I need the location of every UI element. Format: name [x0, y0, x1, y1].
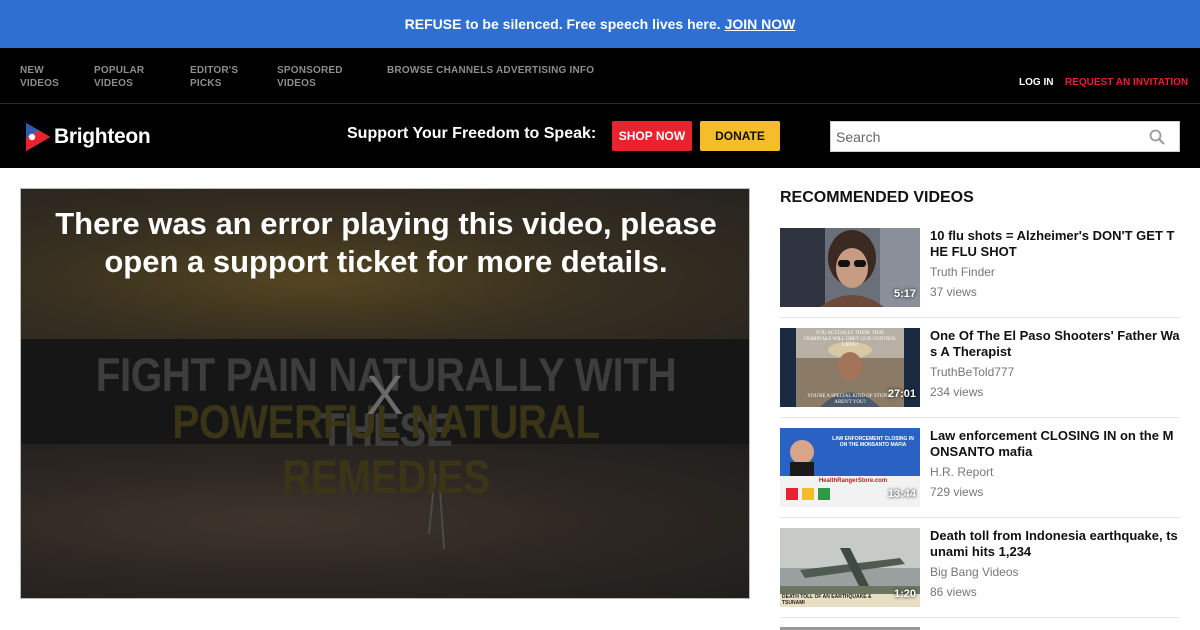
video-views: 37 views	[930, 285, 977, 299]
video-thumbnail[interactable]: LAW ENFORCEMENT CLOSING IN ON THE MONSAN…	[780, 428, 920, 507]
divider	[780, 417, 1180, 418]
request-invitation-link[interactable]: REQUEST AN INVITATION	[1065, 77, 1188, 88]
thumbnail-caption-bottom: DEATH TOLL OF AN EARTHQUAKE & TSUNAMI	[782, 594, 872, 606]
nav-popular-videos[interactable]: POPULAR VIDEOS	[94, 64, 144, 90]
video-duration: 13:44	[887, 488, 916, 500]
login-link[interactable]: LOG IN	[1019, 77, 1053, 88]
search-input[interactable]	[831, 122, 1131, 151]
video-thumbnail[interactable]: 5:17	[780, 228, 920, 307]
video-title[interactable]: One Of The El Paso Shooters' Father Was …	[930, 328, 1180, 360]
join-now-link[interactable]: JOIN NOW	[725, 16, 796, 32]
recommended-videos-heading: RECOMMENDED VIDEOS	[780, 189, 974, 206]
video-thumbnail[interactable]: YOU ACTUALLY THINK THAT CRIMINALS WILL O…	[780, 328, 920, 407]
thumbnail-caption-top: LAW ENFORCEMENT CLOSING IN ON THE MONSAN…	[832, 436, 914, 448]
recommended-video-card[interactable]: 5:17 10 flu shots = Alzheimer's DON'T GE…	[780, 228, 1180, 318]
recommended-video-card[interactable]: DEATH TOLL OF AN EARTHQUAKE & TSUNAMI 1:…	[780, 528, 1180, 618]
search-box	[830, 121, 1180, 152]
video-title[interactable]: 10 flu shots = Alzheimer's DON'T GET THE…	[930, 228, 1180, 260]
nav-new-videos[interactable]: NEW VIDEOS	[20, 64, 59, 90]
donate-button[interactable]: DONATE	[700, 121, 780, 151]
nav-editors-picks[interactable]: EDITOR'S PICKS	[190, 64, 238, 90]
recommended-video-card[interactable]: YOU ACTUALLY THINK THAT CRIMINALS WILL O…	[780, 328, 1180, 418]
brand-name: Brighteon	[54, 125, 151, 148]
brand-logo[interactable]: Brighteon	[24, 121, 151, 153]
video-title[interactable]: Law enforcement CLOSING IN on the MONSAN…	[930, 428, 1180, 460]
nav-sponsored-videos[interactable]: SPONSORED VIDEOS	[277, 64, 343, 90]
video-duration: 1:20	[893, 588, 916, 600]
video-title[interactable]: Death toll from Indonesia earthquake, ts…	[930, 528, 1180, 560]
search-icon[interactable]	[1149, 129, 1165, 145]
nav-browse-channels[interactable]: BROWSE CHANNELS	[387, 64, 493, 77]
video-thumbnail[interactable]: DEATH TOLL OF AN EARTHQUAKE & TSUNAMI 1:…	[780, 528, 920, 607]
promo-message: REFUSE to be silenced. Free speech lives…	[404, 16, 721, 32]
video-duration: 27:01	[887, 388, 916, 400]
shop-now-button[interactable]: SHOP NOW	[612, 121, 692, 151]
site-header: Brighteon Support Your Freedom to Speak:…	[0, 104, 1200, 168]
thumbnail-caption-bottom: YOU'RE A SPECIAL KIND OF STUPID, AREN'T …	[807, 394, 893, 405]
brighteon-shield-icon	[26, 123, 50, 151]
player-error-message: There was an error playing this video, p…	[55, 206, 717, 279]
video-channel[interactable]: Big Bang Videos	[930, 565, 1019, 579]
close-icon[interactable]: X	[366, 367, 403, 423]
thumbnail-caption-top: YOU ACTUALLY THINK THAT CRIMINALS WILL O…	[803, 331, 897, 348]
support-text: Support Your Freedom to Speak:	[347, 125, 597, 142]
video-channel[interactable]: H.R. Report	[930, 465, 993, 479]
video-views: 729 views	[930, 485, 984, 499]
recommended-video-card[interactable]: LAW ENFORCEMENT CLOSING IN ON THE MONSAN…	[780, 428, 1180, 518]
top-navigation: NEW VIDEOS POPULAR VIDEOS EDITOR'S PICKS…	[0, 48, 1200, 104]
video-duration: 5:17	[893, 288, 916, 300]
thumbnail-caption-bottom: HealthRangerStore.com	[818, 478, 888, 484]
video-player[interactable]: FIGHT PAIN NATURALLY WITH THESE POWERFUL…	[20, 188, 750, 599]
divider	[780, 517, 1180, 518]
promo-banner: REFUSE to be silenced. Free speech lives…	[0, 0, 1200, 48]
divider	[780, 317, 1180, 318]
divider	[780, 617, 1180, 618]
video-channel[interactable]: TruthBeTold777	[930, 365, 1014, 379]
video-views: 86 views	[930, 585, 977, 599]
video-channel[interactable]: Truth Finder	[930, 265, 995, 279]
nav-advertising-info[interactable]: ADVERTISING INFO	[496, 64, 594, 77]
video-views: 234 views	[930, 385, 984, 399]
